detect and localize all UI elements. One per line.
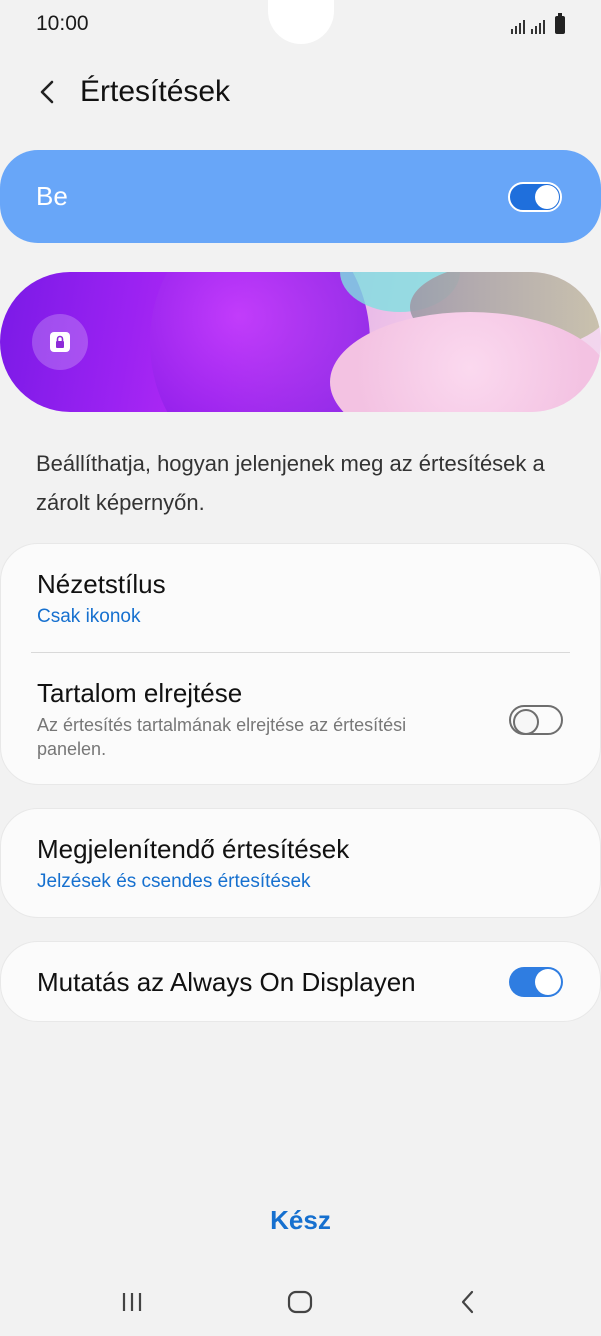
recents-icon [122,1293,142,1311]
status-bar: 10:00 [0,0,601,52]
home-button[interactable] [270,1280,330,1324]
view-style-title: Nézetstílus [37,569,166,599]
page-title: Értesítések [80,75,231,108]
setting-notifications-to-show[interactable]: Megjelenítendő értesítések Jelzések és c… [1,833,601,895]
settings-card-lockscreen: Nézetstílus Csak ikonok Tartalom elrejté… [0,543,601,785]
notifications-to-show-title: Megjelenítendő értesítések [37,834,350,864]
camera-notch [268,0,334,44]
chevron-left-icon [40,80,54,104]
setting-show-on-aod[interactable]: Mutatás az Always On Displayen [1,966,601,998]
status-icons [511,13,565,34]
setting-hide-content[interactable]: Tartalom elrejtése Az értesítés tartalmá… [1,677,601,761]
show-on-aod-title: Mutatás az Always On Displayen [37,967,416,997]
signal-icon-2 [531,18,545,34]
master-toggle[interactable] [508,181,562,212]
status-time: 10:00 [36,12,89,35]
setting-view-style[interactable]: Nézetstílus Csak ikonok [1,568,601,630]
navigation-bar [0,1280,601,1324]
back-icon [461,1290,474,1314]
notifications-to-show-value: Jelzések és csendes értesítések [37,871,311,892]
back-button[interactable] [18,62,78,122]
done-button[interactable]: Kész [0,1205,601,1236]
app-bar: Értesítések [0,62,601,122]
master-switch-label: Be [36,181,68,211]
hide-content-summary: Az értesítés tartalmának elrejtése az ér… [37,715,407,759]
hide-content-toggle[interactable] [509,705,563,735]
battery-icon [555,13,565,34]
lock-icon [50,332,70,352]
recents-button[interactable] [102,1280,162,1324]
divider [31,652,570,653]
lock-screen-preview [0,272,601,412]
settings-card-aod: Mutatás az Always On Displayen [0,941,601,1022]
home-icon [287,1290,313,1314]
nav-back-button[interactable] [438,1280,498,1324]
show-on-aod-toggle[interactable] [509,967,563,997]
hide-content-title: Tartalom elrejtése [37,678,243,708]
description-text: Beállíthatja, hogyan jelenjenek meg az é… [36,451,545,515]
lock-notification-icon [32,314,88,370]
master-switch-bar[interactable]: Be [0,150,601,243]
signal-icon-1 [511,18,525,34]
settings-card-notifications: Megjelenítendő értesítések Jelzések és c… [0,808,601,918]
view-style-value: Csak ikonok [37,606,141,627]
